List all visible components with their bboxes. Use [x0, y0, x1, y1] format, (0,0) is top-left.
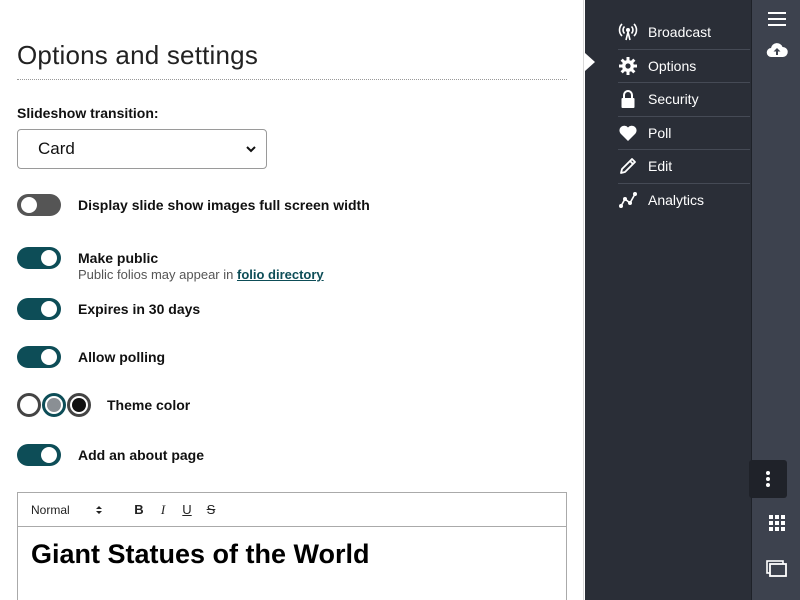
theme-swatch-gray[interactable] — [42, 393, 66, 417]
lock-icon — [618, 89, 638, 109]
sidebar-item-analytics[interactable]: Analytics — [618, 184, 750, 218]
fullscreen-toggle[interactable] — [17, 194, 61, 216]
about-page-label: Add an about page — [78, 447, 204, 463]
pencil-icon — [618, 156, 638, 176]
page-title: Options and settings — [17, 40, 259, 70]
sidebar-item-broadcast[interactable]: Broadcast — [618, 16, 750, 50]
public-option-row: Make public Public folios may appear in … — [17, 247, 324, 282]
kebab-menu-icon[interactable] — [749, 460, 787, 498]
toggle-knob — [21, 197, 37, 213]
fullscreen-label: Display slide show images full screen wi… — [78, 197, 370, 213]
transition-label: Slideshow transition: — [17, 105, 159, 121]
heart-icon — [618, 123, 638, 143]
windows-icon[interactable] — [752, 558, 800, 580]
about-page-toggle[interactable] — [17, 444, 61, 466]
theme-swatch-light[interactable] — [17, 393, 41, 417]
swatch-dot — [22, 398, 36, 412]
sidebar-item-label: Analytics — [648, 192, 705, 209]
rich-text-editor: Normal B I U S Giant Statues of the Worl… — [17, 492, 567, 600]
sidebar-menu: Broadcast Options Security Poll Edit Ana… — [618, 16, 750, 217]
make-public-toggle[interactable] — [17, 247, 61, 269]
swatch-dot — [47, 398, 61, 412]
grid-icon[interactable] — [752, 512, 800, 534]
toggle-knob — [41, 301, 57, 317]
expires-toggle[interactable] — [17, 298, 61, 320]
settings-panel: Options and settings Slideshow transitio… — [0, 0, 584, 600]
expires-label: Expires in 30 days — [78, 301, 201, 317]
tool-rail — [751, 0, 800, 600]
sidebar-item-label: Options — [648, 57, 697, 74]
sidebar-item-options[interactable]: Options — [618, 50, 750, 83]
make-public-description: Public folios may appear in folio direct… — [78, 267, 324, 282]
expires-option-row: Expires in 30 days — [17, 298, 200, 320]
hamburger-menu-icon[interactable] — [752, 8, 800, 30]
cloud-upload-icon[interactable] — [752, 39, 800, 61]
broadcast-icon — [618, 22, 638, 42]
sidebar-item-label: Poll — [648, 124, 672, 141]
make-public-label: Make public — [78, 250, 159, 266]
active-pointer — [585, 53, 595, 71]
strikethrough-button[interactable]: S — [199, 502, 223, 517]
toggle-knob — [41, 447, 57, 463]
about-page-option-row: Add an about page — [17, 444, 204, 466]
sidebar-item-label: Broadcast — [648, 24, 712, 41]
theme-swatch-dark[interactable] — [67, 393, 91, 417]
swatch-dot — [72, 398, 86, 412]
underline-button[interactable]: U — [175, 502, 199, 517]
title-divider — [17, 79, 567, 80]
transition-selected-value: Card — [38, 139, 75, 158]
allow-polling-label: Allow polling — [78, 349, 166, 365]
polling-option-row: Allow polling — [17, 346, 165, 368]
sidebar-item-label: Edit — [648, 158, 673, 175]
updown-arrows-icon — [96, 505, 102, 514]
editor-heading-text: Giant Statues of the World — [31, 539, 370, 569]
theme-color-label: Theme color — [107, 397, 191, 413]
bold-button[interactable]: B — [127, 502, 151, 517]
description-text: Public folios may appear in — [78, 267, 237, 282]
format-value: Normal — [31, 502, 70, 517]
sidebar-item-label: Security — [648, 91, 699, 108]
analytics-icon — [618, 190, 638, 210]
transition-select[interactable]: Card — [17, 129, 267, 169]
folio-directory-link[interactable]: folio directory — [237, 267, 324, 282]
editor-toolbar: Normal B I U S — [18, 493, 566, 527]
editor-content[interactable]: Giant Statues of the World — [18, 527, 566, 582]
allow-polling-toggle[interactable] — [17, 346, 61, 368]
chevron-down-icon — [246, 146, 256, 153]
italic-button[interactable]: I — [151, 502, 175, 518]
format-select[interactable]: Normal — [31, 503, 103, 517]
sidebar-item-edit[interactable]: Edit — [618, 150, 750, 184]
theme-color-row: Theme color — [17, 393, 190, 417]
gear-icon — [618, 56, 638, 76]
sidebar-item-poll[interactable]: Poll — [618, 117, 750, 150]
sidebar-item-security[interactable]: Security — [618, 83, 750, 117]
toggle-knob — [41, 349, 57, 365]
fullscreen-option-row: Display slide show images full screen wi… — [17, 194, 370, 216]
toggle-knob — [41, 250, 57, 266]
